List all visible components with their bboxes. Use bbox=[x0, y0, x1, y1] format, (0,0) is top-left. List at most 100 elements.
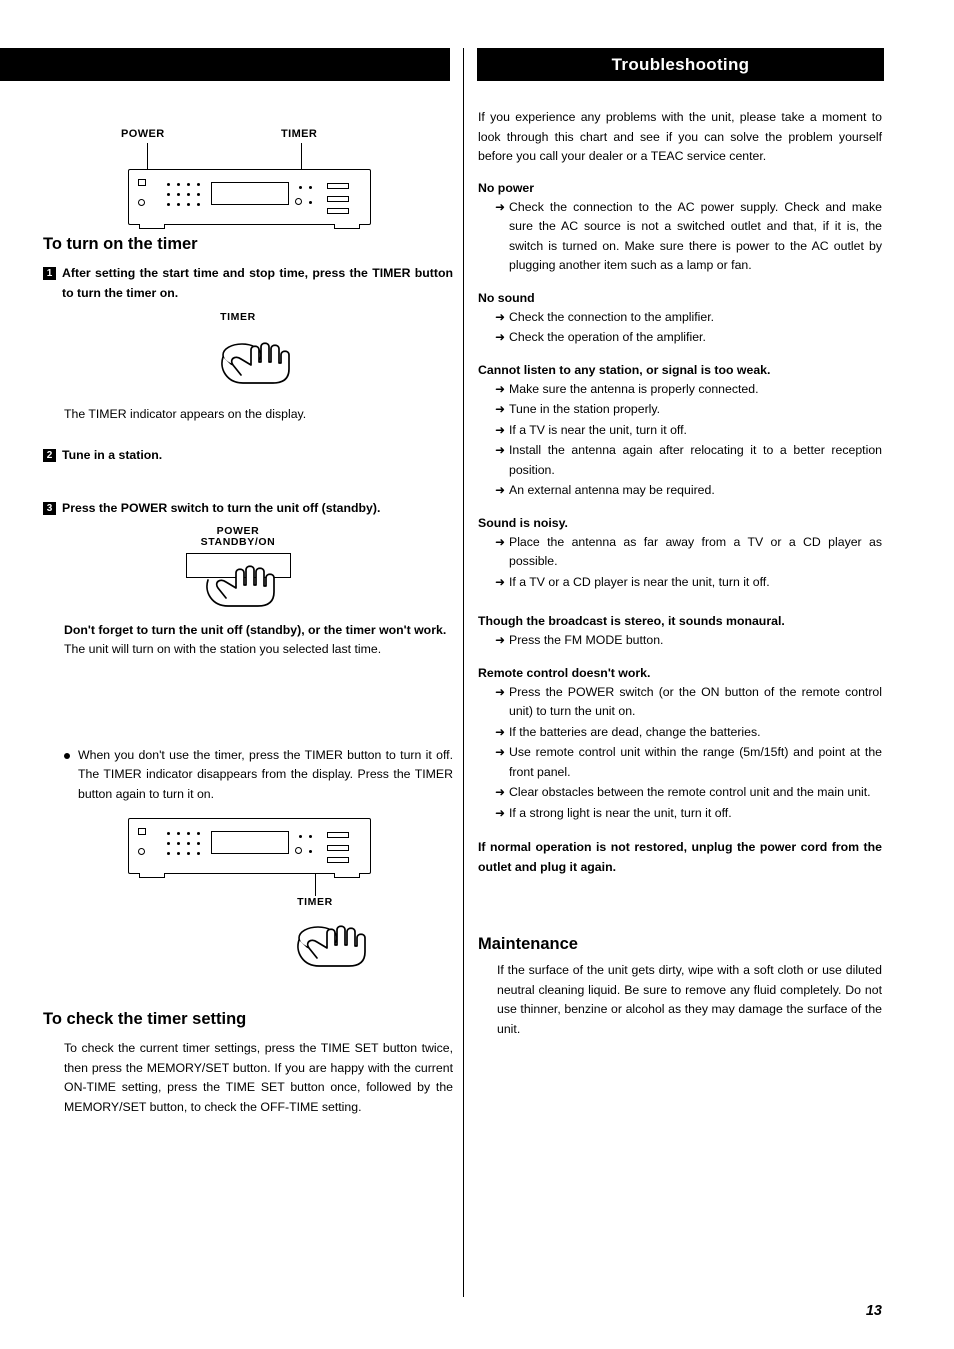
bullet-note-text: When you don't use the timer, press the … bbox=[78, 747, 453, 801]
arrow-icon: ➜ bbox=[495, 684, 506, 699]
trouble-item: ➜ An external antenna may be required. bbox=[495, 481, 882, 501]
left-column: POWER TIMER To turn on the timer 1 After… bbox=[43, 100, 453, 1117]
step-3: 3 Press the POWER switch to turn the uni… bbox=[43, 499, 453, 519]
step-1: 1 After setting the start time and stop … bbox=[43, 264, 453, 303]
step-1-number: 1 bbox=[43, 267, 56, 280]
arrow-icon: ➜ bbox=[495, 381, 506, 396]
trouble-item: ➜ Clear obstacles between the remote con… bbox=[495, 783, 882, 803]
trouble-item-text: Check the connection to the AC power sup… bbox=[509, 199, 882, 273]
callout-line-power bbox=[147, 143, 149, 169]
trouble-item: ➜ Check the connection to the amplifier. bbox=[495, 308, 882, 328]
arrow-icon: ➜ bbox=[495, 785, 506, 799]
callout-power-label: POWER bbox=[121, 128, 165, 140]
trouble-group-remote: Remote control doesn't work. ➜ Press the… bbox=[478, 666, 882, 824]
trouble-item: ➜ Check the operation of the amplifier. bbox=[495, 328, 882, 348]
trouble-item-text: Press the FM MODE button. bbox=[509, 633, 664, 647]
arrow-icon: ➜ bbox=[495, 574, 506, 589]
trouble-item: ➜ Place the antenna as far away from a T… bbox=[495, 533, 882, 572]
trouble-item: ➜ Press the FM MODE button. bbox=[495, 631, 882, 651]
trouble-item: ➜ If the batteries are dead, change the … bbox=[495, 723, 882, 743]
trouble-item-text: If a TV or a CD player is near the unit,… bbox=[509, 574, 770, 589]
arrow-icon: ➜ bbox=[495, 199, 506, 214]
section-title-maintenance: Maintenance bbox=[478, 935, 578, 953]
hand-pressing-timer-icon bbox=[221, 342, 290, 384]
callout-timer-label: TIMER bbox=[281, 128, 318, 140]
trouble-item: ➜ Press the POWER switch (or the ON butt… bbox=[495, 683, 882, 722]
bullet-dot-icon bbox=[64, 752, 70, 759]
trouble-item: ➜ Make sure the antenna is properly conn… bbox=[495, 380, 882, 400]
figure-power-button: POWER STANDBY/ON bbox=[43, 525, 453, 625]
page: Troubleshooting POWER TIMER To turn on t… bbox=[0, 0, 954, 1349]
arrow-icon: ➜ bbox=[495, 330, 506, 344]
trouble-item: ➜ If a TV or a CD player is near the uni… bbox=[495, 573, 882, 593]
trouble-item-text: An external antenna may be required. bbox=[509, 483, 715, 497]
arrow-icon: ➜ bbox=[495, 309, 506, 324]
trouble-item: ➜ Tune in the station properly. bbox=[495, 400, 882, 420]
closing-note: If normal operation is not restored, unp… bbox=[478, 840, 882, 874]
arrow-icon: ➜ bbox=[495, 805, 506, 820]
trouble-item-text: Clear obstacles between the remote contr… bbox=[509, 785, 871, 799]
arrow-icon: ➜ bbox=[495, 402, 506, 416]
section-title-turn-on-timer: To turn on the timer bbox=[43, 235, 198, 253]
step-2-text: Tune in a station. bbox=[62, 447, 163, 462]
troubleshooting-intro: If you experience any problems with the … bbox=[478, 110, 882, 163]
trouble-item-text: Use remote control unit within the range… bbox=[509, 745, 882, 779]
hand-pressing-timer-icon-bottom bbox=[297, 925, 366, 967]
group-heading: Sound is noisy. bbox=[478, 515, 568, 530]
trouble-item: ➜ Check the connection to the AC power s… bbox=[495, 198, 882, 276]
arrow-icon: ➜ bbox=[495, 633, 506, 647]
trouble-item-text: Install the antenna again after relocati… bbox=[509, 443, 882, 477]
diagram-top: POWER TIMER bbox=[43, 100, 453, 235]
section-check-timer-text: To check the current timer settings, pre… bbox=[64, 1041, 453, 1114]
trouble-item-text: Place the antenna as far away from a TV … bbox=[509, 534, 882, 569]
timer-button-label: TIMER bbox=[220, 311, 256, 323]
trouble-item: ➜ If a strong light is near the unit, tu… bbox=[495, 804, 882, 824]
trouble-item-text: Check the connection to the amplifier. bbox=[509, 309, 715, 324]
trouble-item-text: Check the operation of the amplifier. bbox=[509, 330, 706, 344]
trouble-item-text: Tune in the station properly. bbox=[509, 402, 661, 416]
arrow-icon: ➜ bbox=[495, 745, 506, 759]
timer-label-bottom: TIMER bbox=[297, 896, 333, 908]
device-illustration-bottom bbox=[128, 818, 371, 878]
trouble-item: ➜ Install the antenna again after reloca… bbox=[495, 441, 882, 480]
trouble-group-no-sound: No sound ➜ Check the connection to the a… bbox=[478, 291, 882, 348]
trouble-item-text: If a strong light is near the unit, turn… bbox=[509, 805, 732, 820]
step-3-number: 3 bbox=[43, 502, 56, 515]
arrow-icon: ➜ bbox=[495, 422, 506, 437]
group-heading: No sound bbox=[478, 290, 535, 305]
step-1-text: After setting the start time and stop ti… bbox=[62, 266, 453, 300]
trouble-group-no-power: No power ➜ Check the connection to the A… bbox=[478, 181, 882, 276]
device-illustration-top bbox=[128, 169, 371, 229]
trouble-item-text: Press the POWER switch (or the ON button… bbox=[509, 684, 882, 719]
callout-line-timer bbox=[301, 143, 303, 169]
step-2: 2 Tune in a station. bbox=[43, 446, 453, 466]
right-column: If you experience any problems with the … bbox=[478, 108, 882, 1039]
maintenance-text: If the surface of the unit gets dirty, w… bbox=[497, 963, 882, 1036]
device-power-button bbox=[138, 179, 146, 186]
trouble-item: ➜ Use remote control unit within the ran… bbox=[495, 743, 882, 782]
page-title-bar: Troubleshooting bbox=[477, 48, 884, 81]
step-2-number: 2 bbox=[43, 448, 56, 462]
column-divider bbox=[463, 48, 464, 1297]
group-heading: Remote control doesn't work. bbox=[478, 665, 651, 680]
arrow-icon: ➜ bbox=[495, 534, 506, 549]
power-button-label-line2: STANDBY/ON bbox=[200, 535, 276, 548]
section-title-check-timer: To check the timer setting bbox=[43, 1010, 247, 1028]
group-heading: No power bbox=[478, 180, 535, 195]
device-knob bbox=[138, 199, 145, 206]
diagram-bottom: TIMER bbox=[43, 818, 453, 968]
step-3-text: Press the POWER switch to turn the unit … bbox=[62, 501, 381, 515]
arrow-icon: ➜ bbox=[495, 483, 506, 497]
callout-line-timer-bottom bbox=[315, 874, 317, 896]
device-display bbox=[211, 182, 289, 205]
arrow-icon: ➜ bbox=[495, 443, 506, 457]
trouble-group-noisy: Sound is noisy. ➜ Place the antenna as f… bbox=[478, 516, 882, 593]
trouble-group-weak-signal: Cannot listen to any station, or signal … bbox=[478, 363, 882, 501]
group-heading: Cannot listen to any station, or signal … bbox=[478, 362, 771, 377]
page-number: 13 bbox=[865, 1303, 882, 1319]
bullet-note-row: When you don't use the timer, press the … bbox=[64, 746, 453, 805]
trouble-item-text: Make sure the antenna is properly connec… bbox=[509, 381, 759, 396]
group-heading: Though the broadcast is stereo, it sound… bbox=[478, 614, 785, 628]
figure-timer-button: TIMER bbox=[43, 311, 453, 411]
trouble-item-text: If the batteries are dead, change the ba… bbox=[509, 724, 761, 739]
